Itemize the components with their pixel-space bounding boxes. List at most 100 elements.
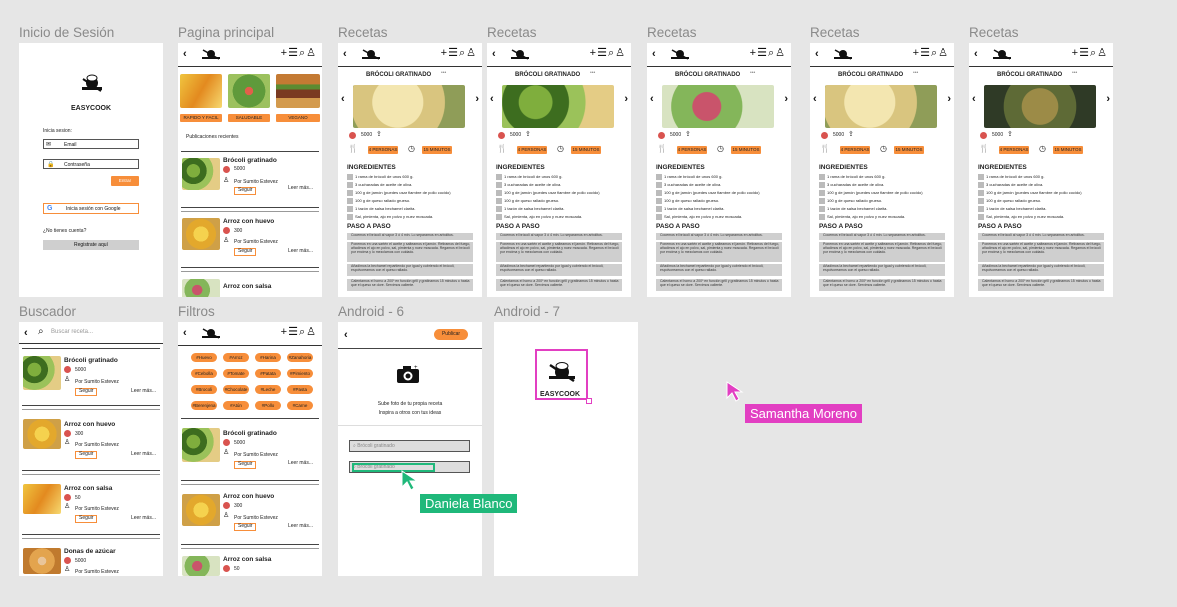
recipe-image[interactable]	[825, 85, 937, 128]
follow-button[interactable]: Seguir	[234, 248, 257, 256]
prev-image-icon[interactable]: ‹	[972, 93, 976, 105]
ingredient-checkbox[interactable]	[347, 190, 353, 196]
filter-icon[interactable]: ☰	[1079, 47, 1090, 59]
frame-label-recipe-2[interactable]: Recetas	[487, 25, 537, 40]
frame-label-recipe-5[interactable]: Recetas	[969, 25, 1019, 40]
ingredient-checkbox[interactable]	[656, 214, 662, 220]
ingredient-checkbox[interactable]	[656, 182, 662, 188]
result-image[interactable]	[23, 419, 61, 449]
share-icon[interactable]: ⇪	[685, 131, 691, 139]
back-arrow-icon[interactable]: ‹	[343, 48, 347, 60]
follow-button[interactable]: Seguir	[75, 388, 98, 396]
result-image[interactable]	[182, 494, 220, 526]
next-image-icon[interactable]: ›	[1106, 93, 1110, 105]
filter-icon[interactable]: ☰	[920, 47, 931, 59]
back-arrow-icon[interactable]: ‹	[974, 48, 978, 60]
filter-tag[interactable]: #Atún	[223, 401, 249, 410]
filter-icon[interactable]: ☰	[597, 47, 608, 59]
frame-label-search[interactable]: Buscador	[19, 304, 76, 319]
result-title[interactable]: Donas de azúcar	[64, 548, 116, 555]
heart-icon[interactable]	[64, 366, 71, 373]
frame-label-android7[interactable]: Android - 7	[494, 304, 560, 319]
back-arrow-icon[interactable]: ‹	[815, 48, 819, 60]
recipe-frame[interactable]: ‹ +☰⌕♙ BRÓCOLI GRATINADO ••• ‹ › 5000 ⇪ …	[487, 43, 631, 297]
user-icon[interactable]: ♙	[466, 47, 477, 59]
ingredient-checkbox[interactable]	[496, 214, 502, 220]
ingredient-checkbox[interactable]	[978, 198, 984, 204]
enter-button[interactable]: Entrar	[111, 176, 139, 186]
post-image[interactable]	[182, 218, 220, 250]
filter-tag[interactable]: #Huevo	[191, 353, 217, 362]
back-arrow-icon[interactable]: ‹	[24, 327, 28, 339]
ingredient-checkbox[interactable]	[978, 206, 984, 212]
recipe-frame[interactable]: ‹ +☰⌕♙ BRÓCOLI GRATINADO ••• ‹ › 5000 ⇪ …	[810, 43, 954, 297]
next-image-icon[interactable]: ›	[784, 93, 788, 105]
filter-icon[interactable]: ☰	[288, 47, 299, 59]
filter-icon[interactable]: ☰	[288, 326, 299, 338]
read-more-link[interactable]: Leer más...	[288, 248, 313, 255]
category-healthy-button[interactable]: SALUDABLE	[228, 114, 270, 122]
more-options-icon[interactable]: •••	[750, 70, 755, 77]
ingredient-checkbox[interactable]	[978, 214, 984, 220]
ingredient-checkbox[interactable]	[656, 174, 662, 180]
filter-icon[interactable]: ☰	[448, 47, 459, 59]
filter-icon[interactable]: ☰	[757, 47, 768, 59]
post-title[interactable]: Brócoli gratinado	[223, 157, 277, 164]
heart-icon[interactable]	[64, 494, 71, 501]
filter-tag[interactable]: #Carne	[287, 401, 313, 410]
user-icon[interactable]: ♙	[306, 326, 317, 338]
frame-label-recipe-4[interactable]: Recetas	[810, 25, 860, 40]
prev-image-icon[interactable]: ‹	[341, 93, 345, 105]
filter-tag[interactable]: #Pollo	[255, 401, 281, 410]
share-icon[interactable]: ⇪	[848, 131, 854, 139]
recipe-image[interactable]	[502, 85, 614, 128]
filter-tag[interactable]: #Arroz	[223, 353, 249, 362]
password-field[interactable]: 🔒 Contraseña	[43, 159, 139, 169]
ingredient-checkbox[interactable]	[978, 182, 984, 188]
google-signin-button[interactable]: G Inicia sesión con Google	[43, 203, 139, 214]
frame-label-recipe-3[interactable]: Recetas	[647, 25, 697, 40]
android7-frame[interactable]: EASYCOOK	[494, 322, 638, 576]
back-arrow-icon[interactable]: ‹	[344, 329, 348, 341]
filter-tag[interactable]: #Zanahoria	[287, 353, 313, 362]
heart-icon[interactable]	[980, 132, 987, 139]
result-title[interactable]: Arroz con huevo	[64, 421, 115, 428]
ingredient-checkbox[interactable]	[347, 182, 353, 188]
heart-icon[interactable]	[658, 132, 665, 139]
add-icon[interactable]: +	[441, 47, 448, 59]
search-frame[interactable]: ‹ ⌕ Buscar receta... Brócoli gratinado 5…	[19, 322, 163, 576]
user-icon[interactable]: ♙	[938, 47, 949, 59]
read-more-link[interactable]: Leer más...	[288, 185, 313, 192]
category-image-vegan[interactable]	[276, 74, 320, 108]
ingredient-checkbox[interactable]	[496, 174, 502, 180]
result-image[interactable]	[182, 428, 220, 462]
post-image[interactable]	[182, 279, 220, 297]
filter-tag[interactable]: #Pasta	[287, 385, 313, 394]
next-image-icon[interactable]: ›	[947, 93, 951, 105]
result-image[interactable]	[182, 556, 220, 576]
read-more-link[interactable]: Leer más...	[131, 451, 156, 458]
next-image-icon[interactable]: ›	[475, 93, 479, 105]
recipe-name-field[interactable]: ⌕ Brócoli gratinado	[349, 440, 470, 452]
category-vegan-button[interactable]: VEGANO	[276, 114, 320, 122]
camera-icon[interactable]: +	[396, 364, 420, 384]
frame-label-home[interactable]: Pagina principal	[178, 25, 274, 40]
category-image-quick[interactable]	[180, 74, 222, 108]
logo-selection[interactable]: EASYCOOK	[535, 349, 592, 404]
register-button[interactable]: Registrate aquí	[43, 240, 139, 250]
follow-button[interactable]: Seguir	[234, 187, 257, 195]
search-input[interactable]: Buscar receta...	[51, 329, 93, 335]
ingredient-checkbox[interactable]	[819, 174, 825, 180]
add-icon[interactable]: +	[913, 47, 920, 59]
recipe-frame[interactable]: ‹ +☰⌕♙ BRÓCOLI GRATINADO ••• ‹ › 5000 ⇪ …	[338, 43, 482, 297]
prev-image-icon[interactable]: ‹	[490, 93, 494, 105]
recipe-frame[interactable]: ‹ +☰⌕♙ BRÓCOLI GRATINADO ••• ‹ › 5000 ⇪ …	[647, 43, 791, 297]
filter-tag[interactable]: #Tomate	[223, 369, 249, 378]
result-title[interactable]: Arroz con huevo	[223, 493, 274, 500]
read-more-link[interactable]: Leer más...	[131, 515, 156, 522]
more-options-icon[interactable]: •••	[441, 70, 446, 77]
share-icon[interactable]: ⇪	[1007, 131, 1013, 139]
read-more-link[interactable]: Leer más...	[288, 523, 313, 530]
post-title[interactable]: Arroz con huevo	[223, 218, 274, 225]
filter-tag[interactable]: #Leche	[255, 385, 281, 394]
